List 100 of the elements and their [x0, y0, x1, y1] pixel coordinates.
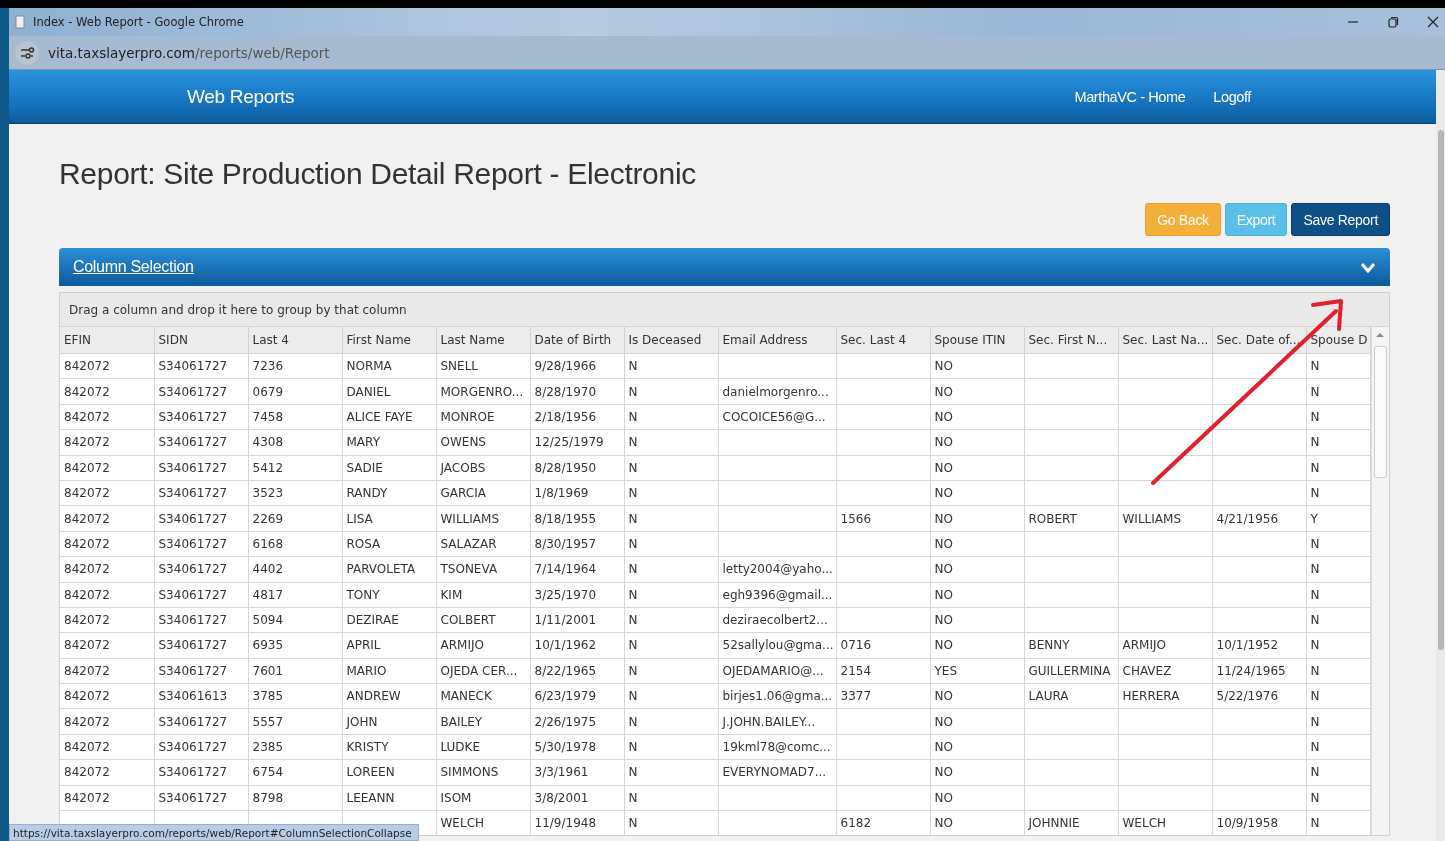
table-cell: NO — [930, 632, 1024, 659]
status-url-tooltip: https://vita.taxslayerpro.com/reports/web/Report#ColumnSelectionCollapse — [9, 824, 419, 841]
table-cell: COLBERT — [436, 607, 530, 633]
nav-link[interactable]: MarthaVC - Home — [1074, 88, 1186, 105]
table-cell: J.JOHN.BAILEY... — [718, 708, 836, 735]
table-cell: DEZIRAE — [342, 607, 436, 633]
table-cell: N — [1306, 404, 1370, 430]
chevron-icon[interactable] — [1360, 261, 1376, 273]
table-cell: 842072 — [60, 632, 154, 659]
table-cell: S34061727 — [154, 658, 248, 684]
column-header[interactable]: Sec. Date of... — [1212, 327, 1306, 354]
table-cell: 7236 — [248, 353, 342, 379]
table-cell: 1566 — [836, 505, 930, 532]
close-icon[interactable] — [1427, 16, 1439, 28]
scrollbar-thumb[interactable] — [1373, 346, 1387, 478]
table-cell: NO — [930, 480, 1024, 506]
table-cell: 11/9/1948 — [530, 810, 624, 836]
table-cell: 3/25/1970 — [530, 582, 624, 608]
table-cell: OWENS — [436, 429, 530, 456]
table-cell: MARIO — [342, 658, 436, 684]
table-cell: N — [624, 531, 718, 557]
scroll-up-icon[interactable] — [1375, 332, 1385, 338]
table-cell: MANECK — [436, 683, 530, 709]
table-cell: 7601 — [248, 658, 342, 684]
table-cell: ANDREW — [342, 683, 436, 709]
table-cell: NO — [930, 404, 1024, 430]
table-cell: APRIL — [342, 632, 436, 659]
table-cell: NO — [930, 353, 1024, 379]
table-cell: 10/9/1958 — [1212, 810, 1306, 836]
table-cell: GUILLERMINA — [1024, 658, 1118, 684]
column-header[interactable]: Spouse ITIN — [930, 327, 1024, 354]
table-cell: 5/22/1976 — [1212, 683, 1306, 709]
table-cell: ROBERT — [1024, 505, 1118, 532]
restore-icon[interactable] — [1387, 16, 1399, 28]
table-cell: 8/28/1950 — [530, 455, 624, 481]
table-cell: S34061727 — [154, 759, 248, 786]
table-cell: N — [624, 505, 718, 532]
column-selection-link[interactable]: Column Selection — [73, 258, 194, 276]
table-cell: 842072 — [60, 404, 154, 430]
table-cell: 8/18/1955 — [530, 505, 624, 532]
table-cell: MARY — [342, 429, 436, 456]
table-cell: 10/1/1952 — [1212, 632, 1306, 659]
table-cell: JOHN — [342, 708, 436, 735]
page-scrollbar-thumb[interactable] — [1437, 130, 1444, 650]
table-cell: 4817 — [248, 582, 342, 608]
table-cell: N — [624, 404, 718, 430]
column-header[interactable]: Last Name — [436, 327, 530, 354]
column-header[interactable]: First Name — [342, 327, 436, 354]
table-cell: NO — [930, 455, 1024, 481]
table-cell: N — [624, 353, 718, 379]
table-cell: 2/18/1956 — [530, 404, 624, 430]
table-cell: S34061727 — [154, 785, 248, 811]
table-cell: NO — [930, 734, 1024, 760]
brand-link[interactable]: Web Reports — [187, 85, 295, 108]
table-cell: 1/8/1969 — [530, 480, 624, 506]
nav-link[interactable]: Logoff — [1213, 88, 1251, 105]
table-cell: 3523 — [248, 480, 342, 506]
action-button[interactable]: Save Report — [1291, 203, 1390, 236]
table-cell: birjes1.06@gma... — [718, 683, 836, 709]
table-cell: S34061727 — [154, 531, 248, 557]
table-cell: 5412 — [248, 455, 342, 481]
column-header[interactable]: Sec. First N... — [1024, 327, 1118, 354]
table-cell: 842072 — [60, 683, 154, 709]
table-cell: WILLIAMS — [436, 505, 530, 532]
table-cell: OJEDAMARIO@... — [718, 658, 836, 684]
table-cell: ARMIJO — [436, 632, 530, 659]
table-cell: 842072 — [60, 658, 154, 684]
column-header[interactable]: SIDN — [154, 327, 248, 354]
column-header[interactable]: Sec. Last 4 — [836, 327, 930, 354]
address-bar[interactable]: vita.taxslayerpro.com/reports/web/Report — [48, 44, 330, 61]
site-settings-icon[interactable] — [15, 40, 39, 65]
table-cell: 3/8/2001 — [530, 785, 624, 811]
table-cell: 842072 — [60, 759, 154, 786]
column-header[interactable]: Email Address — [718, 327, 836, 354]
table-cell: N — [1306, 759, 1370, 786]
table-cell: 8/30/1957 — [530, 531, 624, 557]
column-header[interactable]: Is Deceased — [624, 327, 718, 354]
table-cell: N — [1306, 480, 1370, 506]
table-cell: SALAZAR — [436, 531, 530, 557]
table-cell: 842072 — [60, 429, 154, 456]
table-cell: N — [624, 785, 718, 811]
window-title: Index - Web Report - Google Chrome — [33, 15, 245, 29]
table-cell: LUDKE — [436, 734, 530, 760]
column-header[interactable]: Last 4 — [248, 327, 342, 354]
table-cell: N — [1306, 785, 1370, 811]
table-cell: NO — [930, 556, 1024, 582]
table-cell: N — [624, 378, 718, 405]
table-cell: CHAVEZ — [1118, 658, 1212, 684]
column-header[interactable]: EFIN — [60, 327, 154, 354]
column-header[interactable]: Sec. Last Na... — [1118, 327, 1212, 354]
table-cell: GARCIA — [436, 480, 530, 506]
table-cell: N — [624, 708, 718, 735]
column-header[interactable]: Date of Birth — [530, 327, 624, 354]
table-cell: ISOM — [436, 785, 530, 811]
table-cell: RANDY — [342, 480, 436, 506]
table-cell: N — [624, 759, 718, 786]
column-header[interactable]: Spouse D — [1306, 327, 1370, 354]
table-cell: 8/22/1965 — [530, 658, 624, 684]
table-cell: S34061727 — [154, 353, 248, 379]
table-cell: NO — [930, 683, 1024, 709]
